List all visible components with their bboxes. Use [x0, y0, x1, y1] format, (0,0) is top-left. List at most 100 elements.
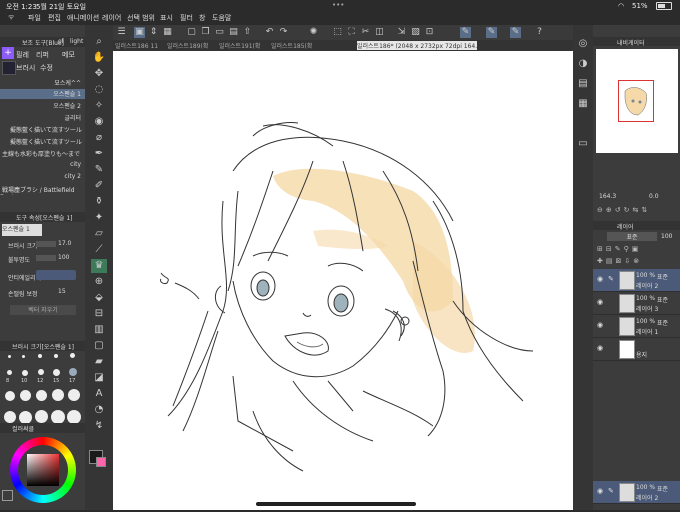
brush-item-5[interactable]: 擬態藍く描いて流すツール 参照	[0, 137, 85, 147]
menu-filter[interactable]: 필터	[180, 13, 193, 23]
help-icon[interactable]: ?	[534, 27, 545, 38]
tab-document-2[interactable]: 일러스트189(확	[167, 41, 217, 50]
decoration-icon[interactable]: ✦	[91, 211, 107, 225]
balloon-icon[interactable]: ◔	[91, 403, 107, 417]
tab-document-3[interactable]: 일러스트191(확	[219, 41, 269, 50]
visibility-eye-icon[interactable]: ◉	[597, 275, 603, 283]
pencil-tool-icon[interactable]: ✎	[91, 163, 107, 177]
brush-item-6[interactable]: 主線も水彩も厚塗りも〜までやる主	[0, 149, 85, 159]
vector-icon[interactable]: ◪	[91, 371, 107, 385]
open-folder-icon[interactable]: ▭	[214, 27, 225, 38]
panel-icon[interactable]: ▭	[575, 137, 591, 151]
brush-item-dust[interactable]: 戦場塵ブラシ / Battlefield Dust	[0, 185, 85, 195]
layer-row-bottom[interactable]: ◉ ✎ 100 % 표준 레이어 2	[593, 481, 680, 504]
brush-item-city[interactable]: city	[0, 161, 85, 171]
crop-icon[interactable]: ⊡	[424, 27, 435, 38]
brush-tool-icon[interactable]: ✐	[91, 179, 107, 193]
pen-mode-icon[interactable]: ✎	[460, 27, 471, 38]
menu-help[interactable]: 도움말	[212, 13, 231, 23]
visibility-eye-icon[interactable]: ◉	[597, 321, 603, 329]
menu-view[interactable]: 표시	[160, 13, 173, 23]
menu-layer[interactable]: 레이어	[102, 13, 121, 23]
navigator-preview[interactable]	[596, 49, 678, 153]
menu-window[interactable]: 창	[199, 13, 205, 23]
copy-icon[interactable]: ❐	[200, 27, 211, 38]
size-dot-selected[interactable]	[69, 368, 77, 376]
size-dot[interactable]	[67, 410, 81, 424]
gradient-icon[interactable]: ▥	[91, 323, 107, 337]
invert-selection-icon[interactable]: ◫	[374, 27, 385, 38]
select-all-icon[interactable]: ⛶	[346, 27, 357, 38]
brush-item-pencil-2[interactable]: 오스펜슬 2	[0, 101, 85, 111]
brush-group-thumb[interactable]	[2, 61, 16, 75]
lasso-icon[interactable]: ◌	[91, 83, 107, 97]
redo-icon[interactable]: ↷	[278, 27, 289, 38]
color-wheel[interactable]	[10, 437, 76, 503]
layer-properties-icon[interactable]: ◎	[575, 37, 591, 51]
size-dot[interactable]	[52, 389, 64, 401]
app-logo-icon[interactable]: ᯤ	[8, 13, 14, 22]
layer-tool-row-2[interactable]: ✚▤⊠⇩⊗	[597, 257, 677, 267]
adjust-icon[interactable]: ⇕	[148, 27, 159, 38]
active-tool-icon[interactable]: ♛	[91, 259, 107, 273]
add-brush-icon[interactable]: +	[2, 47, 14, 59]
ruler-icon[interactable]: ⊟	[91, 307, 107, 321]
opacity-slider[interactable]	[36, 255, 56, 261]
size-dot[interactable]	[20, 390, 31, 401]
brush-item-glitter[interactable]: 글리터	[0, 113, 85, 123]
layer-row-active[interactable]: ◉ ✎ 100 % 표준 레이어 2	[593, 269, 680, 292]
layer-row[interactable]: ◉ 100 % 표준 레이어 1	[593, 315, 680, 338]
navigator-controls[interactable]: ⊖⊕↺↻⇆⇅	[597, 206, 677, 216]
frame-icon[interactable]: ▢	[91, 339, 107, 353]
canvas-icon[interactable]: ▣	[134, 27, 145, 38]
visibility-eye-icon[interactable]: ◉	[597, 344, 603, 352]
size-dot[interactable]	[51, 410, 65, 424]
menu-edit[interactable]: 편집	[48, 13, 61, 23]
brush-item-city-2[interactable]: city 2	[0, 173, 85, 183]
tab-document-1[interactable]: 일러스트186 11	[115, 41, 165, 50]
history-icon[interactable]: ▦	[575, 97, 591, 111]
fill-icon[interactable]: ▧	[410, 27, 421, 38]
color-picker-square[interactable]	[27, 454, 59, 486]
brush-item-4[interactable]: 擬態藍く描いて流すツール 参照	[0, 125, 85, 135]
settings-icon[interactable]: ✺	[308, 27, 319, 38]
more-dots-icon[interactable]: •••	[332, 1, 344, 9]
size-dot[interactable]	[22, 355, 25, 358]
export-icon[interactable]: ⇧	[242, 27, 253, 38]
size-dot[interactable]	[70, 353, 75, 358]
correct-line-icon[interactable]: ↯	[91, 419, 107, 433]
blend-icon[interactable]: ⟋	[91, 243, 107, 257]
size-dot[interactable]	[4, 411, 16, 423]
visibility-eye-icon[interactable]: ◉	[597, 487, 603, 495]
eraser-icon[interactable]: ▱	[91, 227, 107, 241]
figure-icon[interactable]: ⊕	[91, 275, 107, 289]
brush-item-header[interactable]: 묘스케^^	[0, 78, 85, 88]
material-icon[interactable]: ▤	[575, 77, 591, 91]
background-color-swatch[interactable]	[2, 490, 13, 501]
size-dot[interactable]	[54, 354, 58, 358]
adjust-layer-icon[interactable]: ◑	[575, 57, 591, 71]
tab-document-active[interactable]: 일러스트186* (2048 x 2732px 72dpi 164.3%)	[357, 41, 477, 50]
pen-mode3-icon[interactable]: ✎	[510, 27, 521, 38]
brush-tab-1[interactable]: 필레	[16, 50, 29, 60]
new-file-icon[interactable]: ▢	[186, 27, 197, 38]
hand-icon[interactable]: ✋	[91, 51, 107, 65]
size-dot[interactable]	[35, 410, 48, 423]
magic-wand-icon[interactable]: ✧	[91, 99, 107, 113]
brush-tab-5[interactable]: 수정	[40, 63, 53, 73]
size-dot[interactable]	[68, 389, 80, 401]
text-icon[interactable]: A	[91, 387, 107, 401]
undo-icon[interactable]: ↶	[264, 27, 275, 38]
tab-document-4[interactable]: 일러스트185(확	[271, 41, 321, 50]
menu-icon[interactable]: ☰	[116, 27, 127, 38]
pen-mode2-icon[interactable]: ✎	[486, 27, 497, 38]
drawing-canvas[interactable]	[113, 51, 573, 510]
brush-tab-4[interactable]: 브러시	[16, 63, 35, 73]
move-icon[interactable]: ✥	[91, 67, 107, 81]
size-slider[interactable]	[36, 241, 56, 247]
sub-color-swatch[interactable]	[96, 457, 106, 467]
save-icon[interactable]: ▤	[228, 27, 239, 38]
brush-item-pencil-1[interactable]: 오스펜슬 1	[0, 89, 85, 99]
size-dot[interactable]	[7, 370, 12, 375]
size-dot[interactable]	[38, 354, 42, 358]
